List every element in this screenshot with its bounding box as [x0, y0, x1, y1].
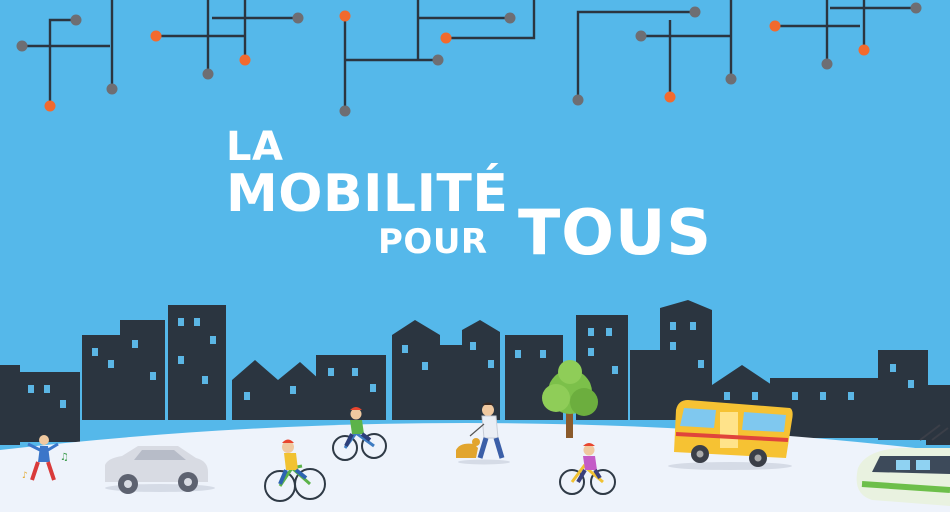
svg-text:♪: ♪	[22, 471, 28, 481]
circuit-network	[22, 0, 916, 110]
headline-line-3: POUR	[378, 222, 488, 262]
circuit-nodes	[16, 2, 922, 117]
headline-line-2: MOBILITÉ	[226, 164, 509, 224]
svg-text:♫: ♫	[60, 452, 69, 463]
headline-line-4: TOUS	[518, 196, 712, 269]
mobility-banner: ♫ ♪ LA MOBILITÉ POUR TOUS	[0, 0, 950, 512]
